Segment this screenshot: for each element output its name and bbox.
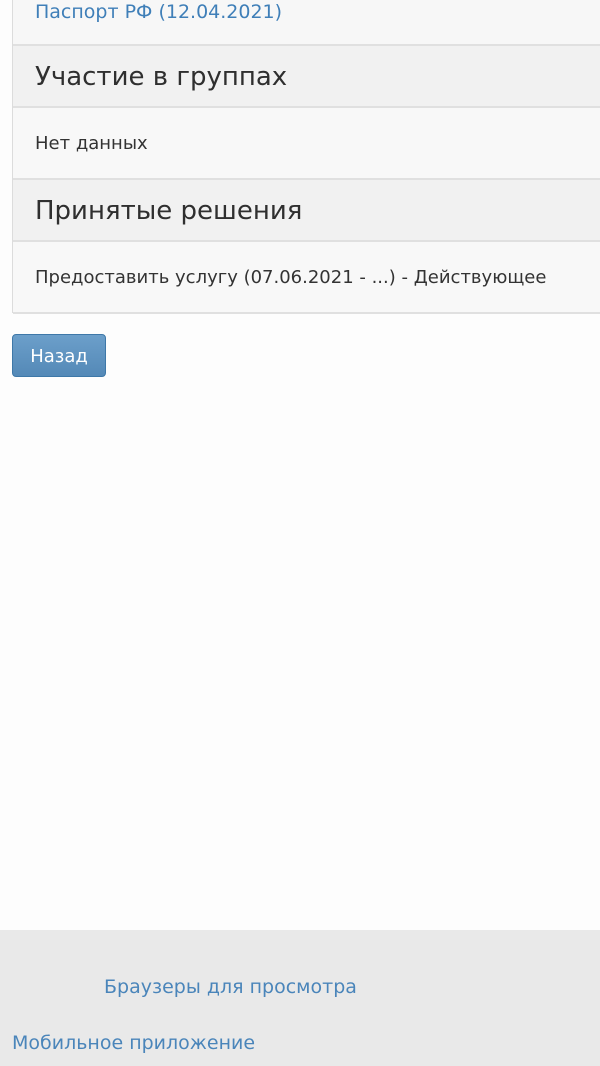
groups-section-title: Участие в группах — [35, 62, 288, 92]
decisions-section-title: Принятые решения — [35, 196, 303, 226]
document-row: Паспорт РФ (12.04.2021) — [13, 0, 600, 46]
browsers-link[interactable]: Браузеры для просмотра — [104, 975, 357, 999]
groups-empty-text: Нет данных — [35, 133, 148, 154]
decisions-section-header: Принятые решения — [13, 180, 600, 242]
mobile-app-link[interactable]: Мобильное приложение — [12, 1031, 255, 1055]
decision-text: Предоставить услугу (07.06.2021 - ...) -… — [35, 267, 547, 288]
decisions-section-body: Предоставить услугу (07.06.2021 - ...) -… — [13, 242, 600, 314]
passport-link[interactable]: Паспорт РФ (12.04.2021) — [35, 0, 282, 24]
footer: Браузеры для просмотра Мобильное приложе… — [0, 930, 600, 1066]
groups-section-header: Участие в группах — [13, 46, 600, 108]
details-card: Паспорт РФ (12.04.2021) Участие в группа… — [12, 0, 600, 314]
back-button[interactable]: Назад — [12, 334, 106, 377]
page: Паспорт РФ (12.04.2021) Участие в группа… — [0, 0, 600, 1066]
groups-section-body: Нет данных — [13, 108, 600, 180]
